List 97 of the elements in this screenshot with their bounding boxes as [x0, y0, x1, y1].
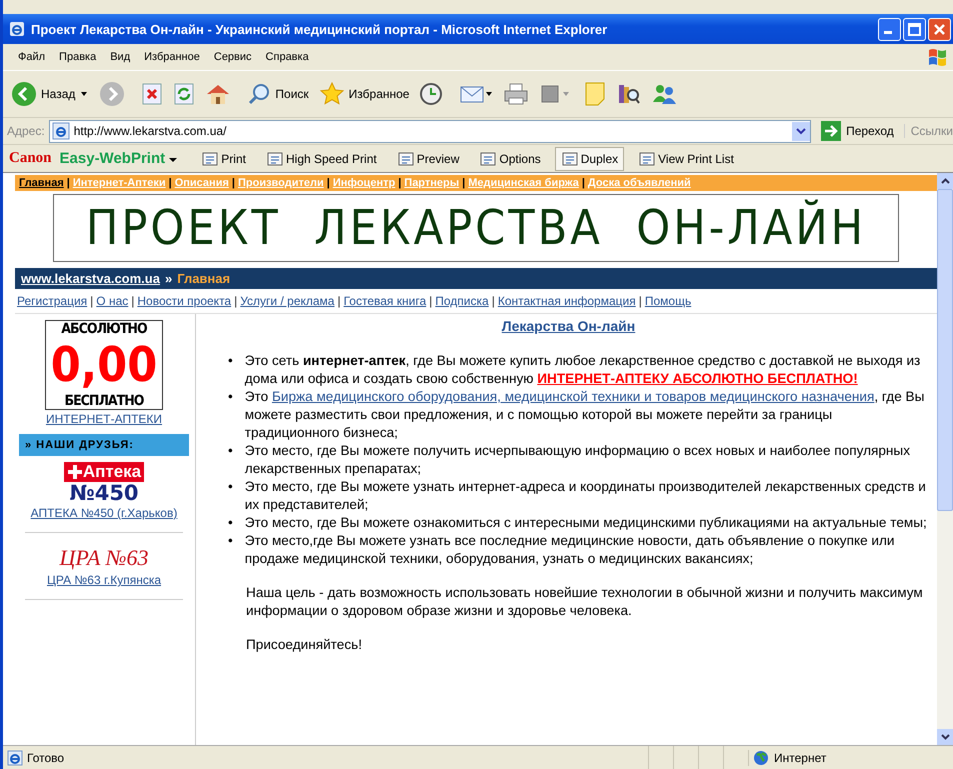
document-icon — [560, 150, 579, 168]
nav-link[interactable]: Подписка — [435, 294, 489, 308]
nav-link[interactable]: О нас — [96, 294, 128, 308]
document-icon — [479, 150, 498, 168]
caret-icon — [79, 90, 90, 98]
menu-item[interactable]: Справка — [260, 51, 314, 63]
friend-link[interactable]: АПТЕКА №450 (г.Харьков) — [30, 506, 178, 520]
nav-separator: | — [337, 294, 341, 308]
pharmacies-link[interactable]: ИНТЕРНЕТ-АПТЕКИ — [46, 412, 162, 426]
bullet-marker: • — [228, 532, 233, 550]
friend-link[interactable]: ЦРА №63 г.Купянска — [46, 573, 162, 587]
window-title: Проект Лекарства Он-лайн - Украинский медицинский портал - Microsoft Internet Explorer — [31, 22, 608, 36]
nav-separator: | — [398, 177, 402, 189]
current-page: Главная — [177, 271, 230, 286]
status-text: Готово — [27, 750, 64, 764]
close-button[interactable] — [928, 18, 951, 40]
pharmacy-logo[interactable]: Аптека №450 — [64, 462, 144, 504]
maximize-button[interactable] — [903, 18, 926, 40]
print-toolbar-button[interactable]: Preview — [390, 146, 466, 170]
nav-separator: | — [90, 294, 94, 308]
canon-logo: Canon — [9, 150, 52, 167]
bullet-item: Это сеть интернет-аптек, где Вы можете купить любое лекарственное средство с доставкой не выходя из дома или офиса и создать свою собственную ИНТЕРНЕТ-АПТЕКУ АБСОЛЮТНО БЕСПЛАТНО! — [244, 352, 922, 388]
dropdown-button[interactable] — [792, 122, 810, 140]
cross-icon — [66, 464, 83, 480]
windows-flag-icon — [927, 47, 949, 67]
promo-banner[interactable]: АБСОЛЮТНО 0,00 БЕСПЛАТНО — [45, 320, 163, 410]
pharmacy-logo[interactable]: ЦРА №63 — [59, 545, 149, 571]
print-toolbar-button[interactable]: High Speed Print — [260, 146, 383, 170]
favorites-button[interactable]: Избранное — [316, 79, 412, 109]
scroll-down-icon — [940, 734, 950, 740]
menu-item[interactable]: Избранное — [139, 51, 205, 63]
document-icon — [266, 150, 284, 168]
nav-link[interactable]: Услуги / реклама — [240, 294, 334, 308]
nav-separator: | — [326, 177, 330, 189]
nav-separator: | — [234, 294, 238, 308]
breadcrumb-separator: » — [164, 271, 172, 286]
bullet-marker: • — [228, 514, 233, 532]
nav-separator: | — [582, 177, 585, 189]
address-field[interactable]: http://www.lekarstva.com.ua/ — [48, 120, 812, 142]
content-heading[interactable]: Лекарства Он-лайн — [502, 318, 636, 334]
document-icon — [638, 150, 656, 168]
bullet-item: Это место, где Вы можете ознакомиться с интересными медицинскими публикациями на актуальные темы; — [244, 514, 928, 532]
bullet-item: Это место, где Вы можете узнать интернет-адреса и координаты производителей лекарственных средств и их представителей; — [244, 478, 927, 514]
bullet-item: Это место,где Вы можете узнать все последние медицинские новости, дать объявление о покупке или продаже медицинской техники, оборудования, узнать о медицинских вакансиях; — [244, 532, 896, 568]
nav-link[interactable]: Помощь — [644, 294, 692, 308]
nav-separator: | — [462, 177, 466, 189]
bullet-marker: • — [228, 478, 233, 496]
security-zone: Интернет — [774, 750, 826, 764]
back-button[interactable]: Назад — [9, 79, 92, 109]
minimize-icon — [884, 30, 892, 34]
nav-separator: | — [429, 294, 432, 308]
nav-separator: | — [66, 177, 70, 189]
caret-icon — [169, 157, 178, 163]
paragraph: Присоединяйтесь! — [245, 636, 363, 654]
bullet-item: Это место, где Вы можете получить исчерпывающую информацию о всех новых и наиболее популярных лекарственных препаратах; — [244, 442, 911, 478]
menu-item[interactable]: Вид — [105, 51, 136, 63]
nav-link[interactable]: Регистрация — [17, 294, 88, 308]
star-icon — [318, 81, 345, 107]
nav-link[interactable]: Гостевая книга — [344, 294, 426, 308]
nav-link[interactable]: Контактная информация — [498, 294, 636, 308]
browser-logo-icon — [9, 21, 25, 37]
search-icon — [247, 82, 272, 106]
nav-separator: | — [168, 177, 172, 189]
exchange-link[interactable]: Биржа медицинского оборудования, медицинской техники и товаров медицинского назначения — [272, 389, 874, 404]
menu-item[interactable]: Правка — [54, 51, 102, 63]
document-icon — [201, 150, 220, 168]
scroll-up-icon — [940, 178, 950, 184]
nav-separator: | — [131, 294, 134, 308]
bullet-marker: • — [228, 442, 233, 460]
search-button[interactable]: Поиск — [245, 80, 311, 108]
print-toolbar-button[interactable]: View Print List — [632, 146, 740, 170]
go-button[interactable]: Переход — [815, 121, 900, 141]
nav-separator: | — [232, 177, 235, 189]
minimize-button[interactable] — [878, 18, 901, 40]
bullet-item: Это Биржа медицинского оборудования, медицинской техники и товаров медицинского назначения, где Вы можете разместить свои предложения, и с помощью которой вы можете перейти за границы традиционного бизнеса; — [244, 388, 926, 442]
bullet-marker: • — [228, 352, 233, 370]
nav-separator: | — [638, 294, 642, 308]
page-icon — [52, 122, 70, 140]
address-label: Адрес: — [7, 124, 45, 138]
menu-item[interactable]: Сервис — [208, 51, 257, 63]
friends-heading: » НАШИ ДРУЗЬЯ: — [19, 434, 189, 456]
nav-separator: | — [492, 294, 495, 308]
print-toolbar-button[interactable]: Duplex — [554, 146, 624, 170]
nav-link[interactable]: Новости проекта — [137, 294, 232, 308]
scrollbar[interactable] — [937, 173, 953, 745]
globe-icon — [753, 750, 769, 766]
document-icon — [396, 150, 415, 168]
bullet-marker: • — [228, 388, 233, 406]
nav-link[interactable]: Главная — [19, 177, 64, 189]
menu-item[interactable]: Файл — [13, 51, 50, 63]
page-icon — [7, 750, 23, 766]
site-link[interactable]: www.lekarstva.com.ua — [21, 271, 160, 286]
paragraph: Наша цель - дать возможность использовать новейшие технологии в обычной жизни и получить максимум информации о здоровом образе жизни и здоровье человека. — [245, 584, 924, 620]
banner: ПРОЕКТ ЛЕКАРСТВА ОН-ЛАЙН — [53, 194, 899, 262]
caret-icon — [796, 127, 806, 135]
print-toolbar-button[interactable]: Options — [473, 146, 547, 170]
print-toolbar-button[interactable]: Print — [195, 146, 252, 170]
